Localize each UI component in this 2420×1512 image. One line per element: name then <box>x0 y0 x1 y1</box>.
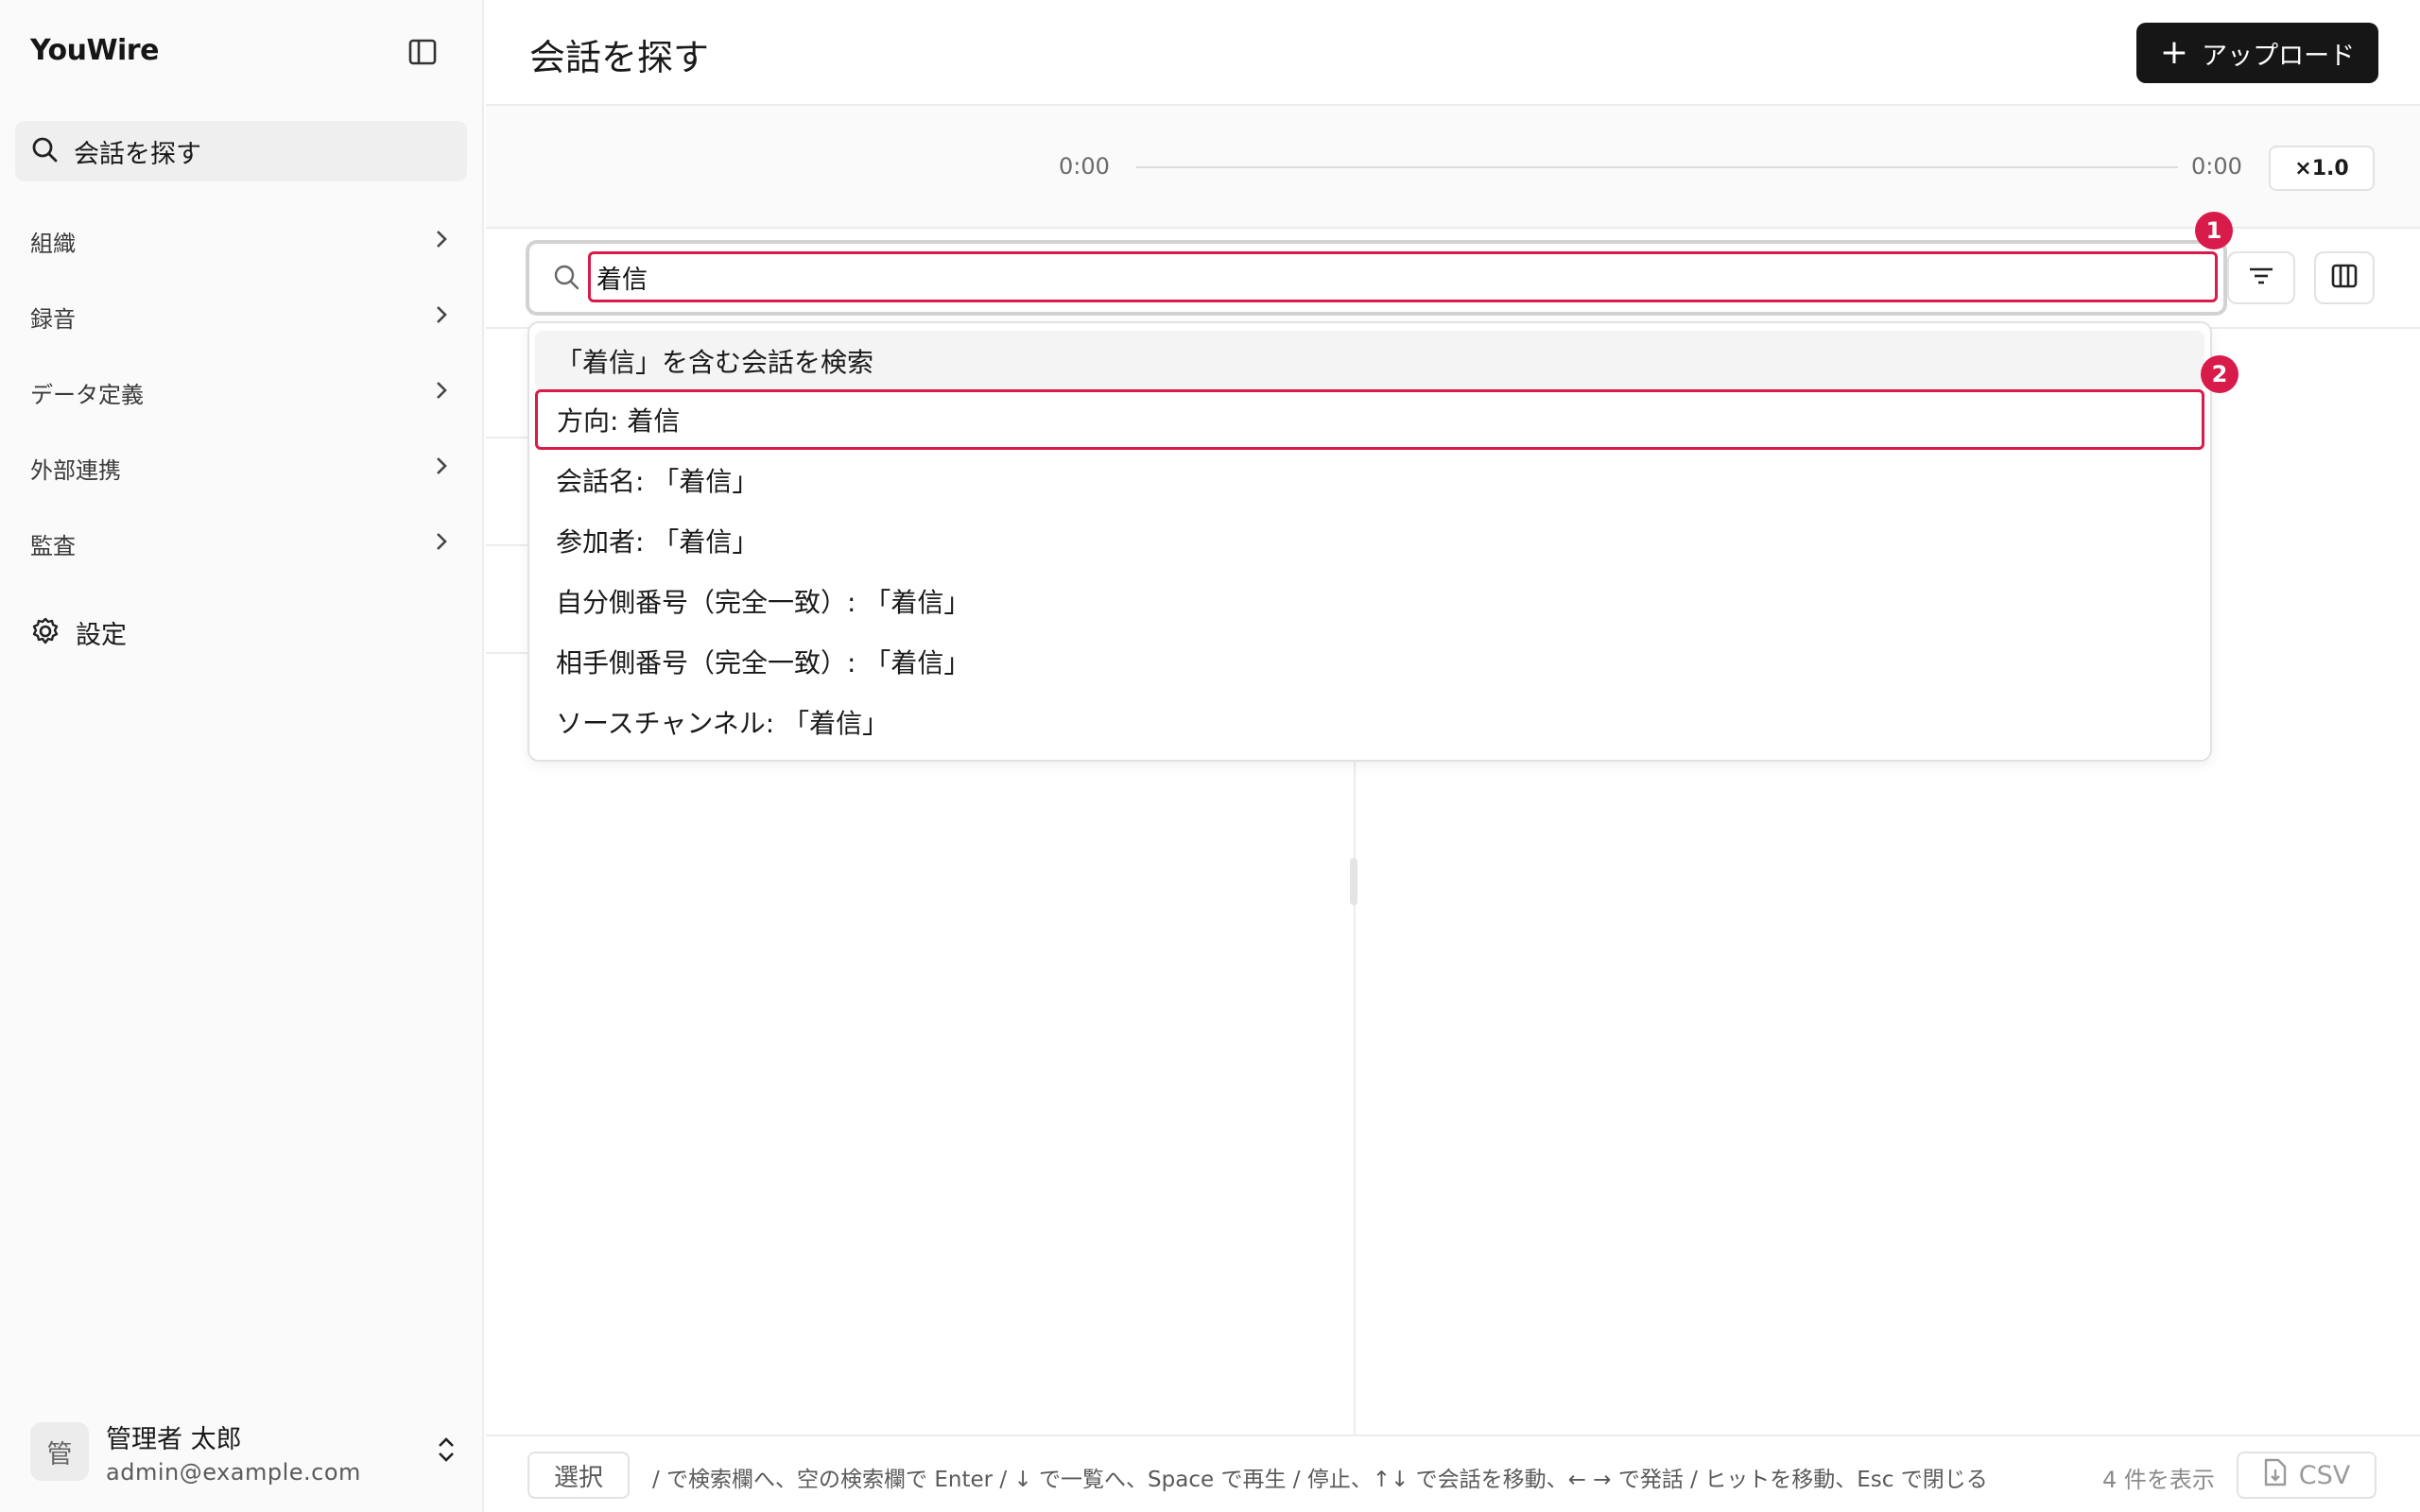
suggestion-item[interactable]: ソースチャンネル: 「着信」 <box>535 692 2204 752</box>
upload-button[interactable]: + アップロード <box>2136 23 2378 83</box>
sidebar-item-label: 設定 <box>76 621 127 650</box>
csv-export-button[interactable]: CSV <box>2237 1452 2377 1499</box>
keyboard-hint: / で検索欄へ、空の検索欄で Enter / ↓ で一覧へ、Space で再生 … <box>652 1468 1988 1492</box>
chevron-right-icon <box>431 531 452 556</box>
playback-speed-button[interactable]: ×1.0 <box>2269 146 2375 191</box>
page-header: 会話を探す + アップロード <box>486 0 2420 106</box>
audio-player: 0:00 0:00 ×1.0 <box>486 106 2420 229</box>
filter-icon <box>2247 265 2275 291</box>
user-email: admin@example.com <box>106 1458 361 1486</box>
filter-button[interactable] <box>2227 251 2295 304</box>
suggestion-item[interactable]: 参加者: 「着信」 <box>535 510 2204 571</box>
sidebar: YouWire 会話を探す 組織 録音 データ定義 外部連携 監査 設定 管 管… <box>0 0 484 1512</box>
sidebar-item-audit[interactable]: 監査 <box>30 523 452 564</box>
current-time: 0:00 <box>1059 153 1110 180</box>
suggestion-item[interactable]: 方向: 着信 <box>535 389 2204 450</box>
chevron-right-icon <box>431 229 452 253</box>
search-toolbar: 着信 <box>486 229 2420 329</box>
sidebar-item-label: 監査 <box>30 532 76 559</box>
sidebar-item-integrations[interactable]: 外部連携 <box>30 447 452 489</box>
csv-button-label: CSV <box>2298 1460 2351 1490</box>
suggestion-item[interactable]: 会話名: 「着信」 <box>535 450 2204 510</box>
sidebar-toggle-icon[interactable] <box>406 36 439 68</box>
page-title: 会話を探す <box>529 37 710 78</box>
sidebar-item-organization[interactable]: 組織 <box>30 220 452 262</box>
seek-bar[interactable] <box>1136 166 2178 168</box>
sidebar-item-label: 組織 <box>30 230 76 257</box>
sidebar-item-label: 外部連携 <box>30 456 121 484</box>
gear-icon <box>30 616 60 650</box>
sidebar-item-label: 録音 <box>30 305 76 333</box>
sidebar-item-search-conversations[interactable]: 会話を探す <box>15 121 467 181</box>
total-time: 0:00 <box>2191 153 2242 180</box>
chevron-right-icon <box>431 455 452 480</box>
avatar: 管 <box>30 1422 89 1481</box>
sidebar-item-data-definitions[interactable]: データ定義 <box>30 371 452 413</box>
sidebar-item-settings[interactable]: 設定 <box>30 614 127 651</box>
sidebar-item-recordings[interactable]: 録音 <box>30 296 452 337</box>
chevron-right-icon <box>431 380 452 404</box>
suggestion-item[interactable]: 相手側番号（完全一致）: 「着信」 <box>535 631 2204 692</box>
search-suggestions-dropdown: 「着信」を含む会話を検索 方向: 着信 会話名: 「着信」 参加者: 「着信」 … <box>527 321 2212 762</box>
upload-button-label: アップロード <box>2202 41 2356 71</box>
brand-logo: YouWire <box>30 34 159 67</box>
suggestion-item[interactable]: 自分側番号（完全一致）: 「着信」 <box>535 571 2204 631</box>
chevron-right-icon <box>431 304 452 329</box>
sidebar-item-label: 会話を探す <box>74 139 201 169</box>
suggestion-item[interactable]: 「着信」を含む会話を検索 <box>535 331 2204 391</box>
columns-icon <box>2330 262 2359 294</box>
file-download-icon <box>2263 1457 2299 1494</box>
sidebar-item-label: データ定義 <box>30 381 144 408</box>
select-button[interactable]: 選択 <box>527 1452 630 1499</box>
resize-handle[interactable] <box>1350 858 1357 905</box>
annotation-badge-1: 1 <box>2195 212 2233 249</box>
user-menu[interactable]: 管 管理者 太郎 admin@example.com <box>30 1414 458 1489</box>
search-icon <box>552 263 580 295</box>
user-name: 管理者 太郎 <box>106 1424 242 1454</box>
search-box: 着信 <box>526 240 2227 316</box>
plus-icon: + <box>2159 33 2189 72</box>
columns-button[interactable] <box>2314 251 2375 304</box>
search-icon <box>30 135 59 167</box>
result-count: 4 件を表示 <box>2102 1467 2215 1493</box>
status-bar: 選択 / で検索欄へ、空の検索欄で Enter / ↓ で一覧へ、Space で… <box>486 1435 2420 1512</box>
annotation-badge-2: 2 <box>2201 355 2238 393</box>
chevron-up-down-icon <box>435 1435 458 1469</box>
search-input[interactable]: 着信 <box>588 251 2218 302</box>
